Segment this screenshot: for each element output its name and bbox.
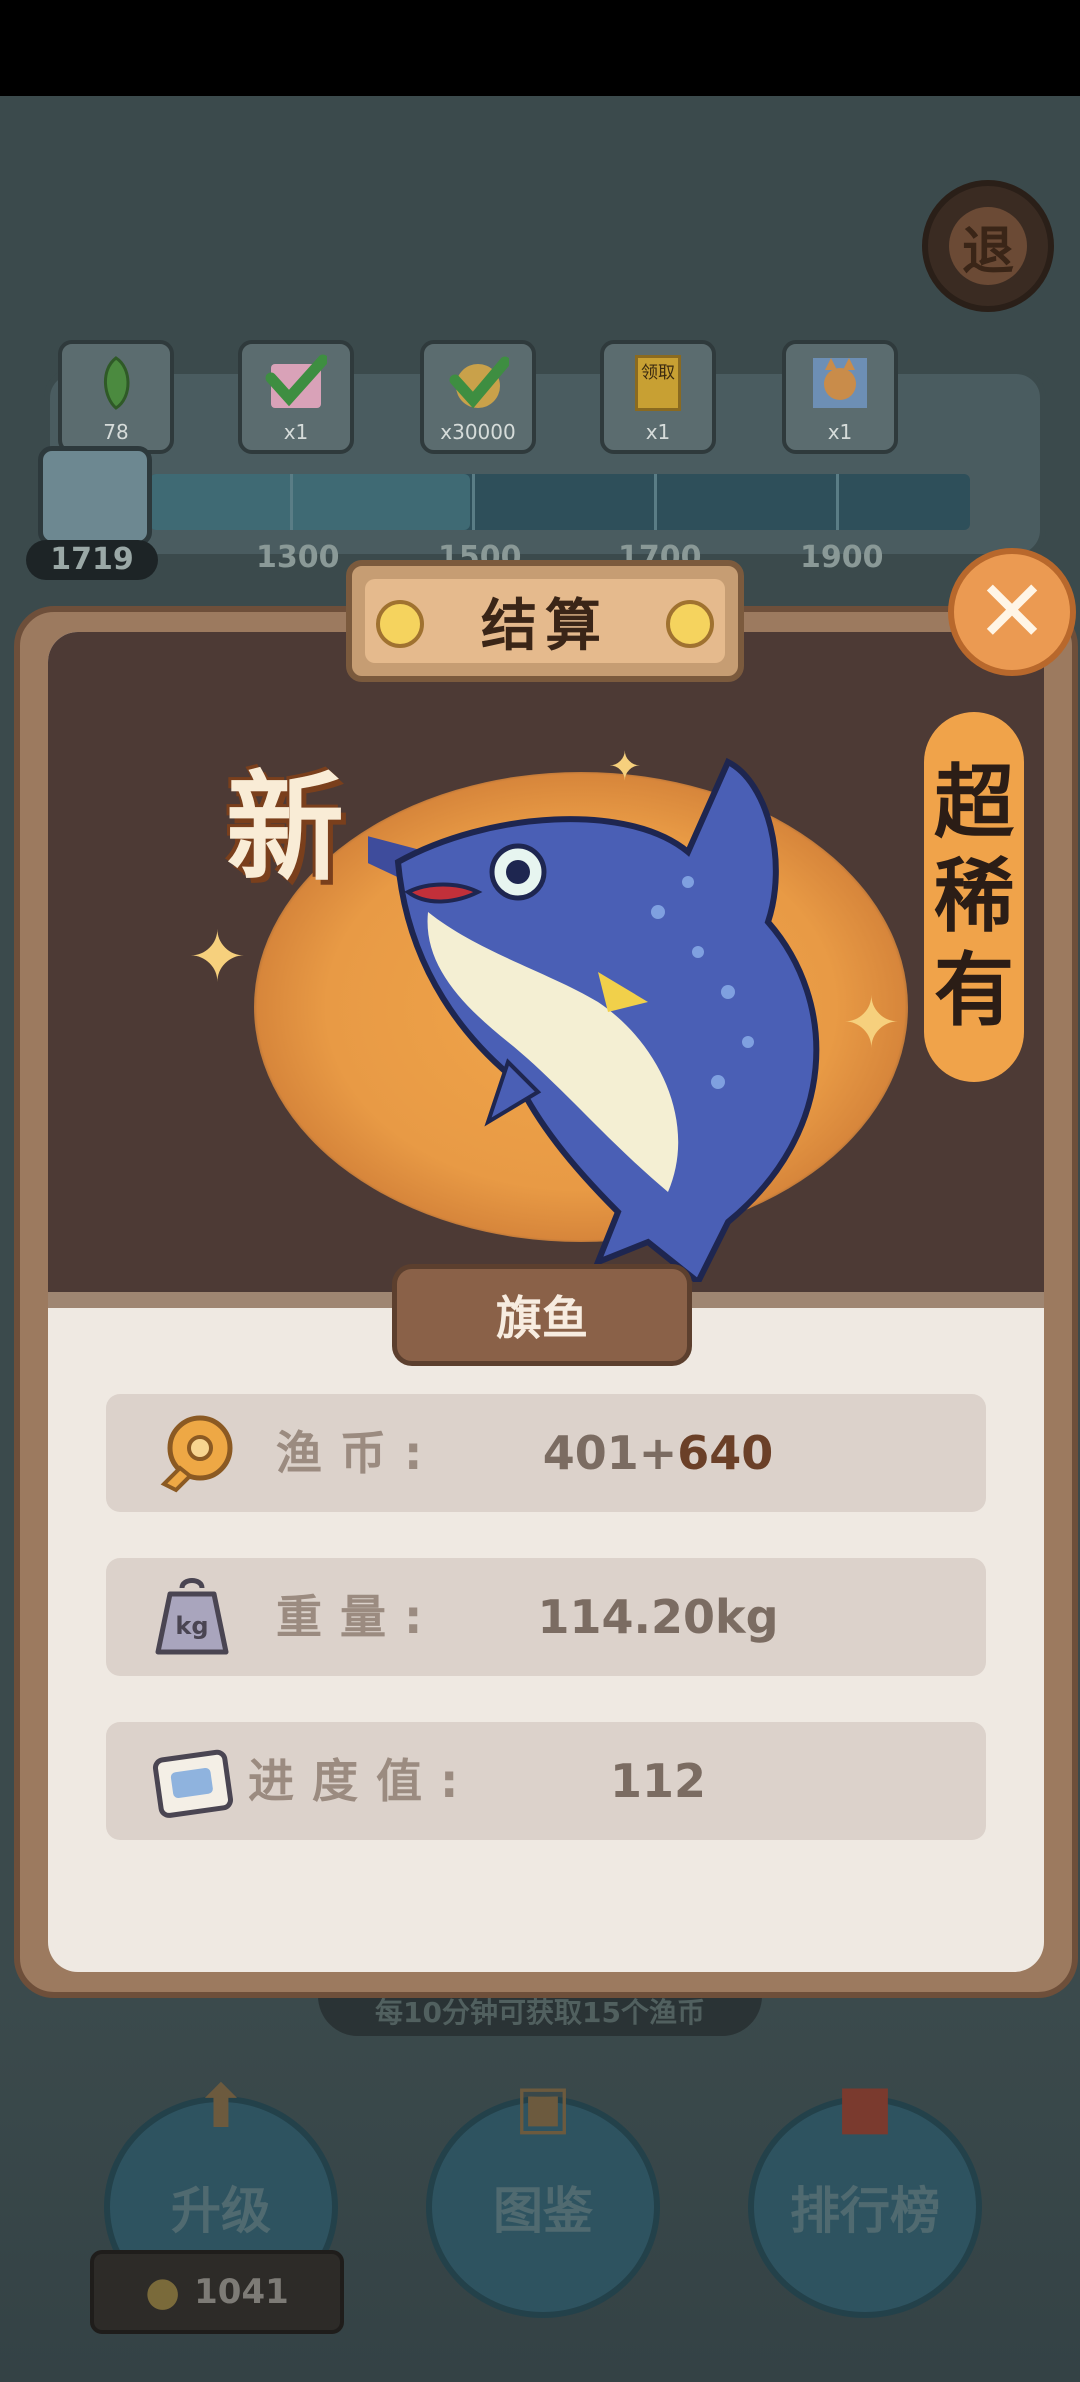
fish-name: 旗鱼	[392, 1264, 692, 1366]
stud-icon	[376, 600, 424, 648]
album-button[interactable]: ▣ 图鉴	[426, 2072, 660, 2318]
stud-icon	[666, 600, 714, 648]
reward-qty: x1	[827, 420, 853, 444]
checkmark-card-icon	[265, 354, 327, 412]
leaf-icon	[85, 354, 147, 412]
progress-fill	[150, 474, 470, 530]
checkmark-coin-icon	[447, 354, 509, 412]
reward-item-2[interactable]: x1	[238, 340, 354, 454]
exit-label: 退	[949, 207, 1027, 285]
stat-label: 重量:	[276, 1590, 441, 1644]
status-bar	[0, 0, 1080, 96]
reward-qty: 78	[103, 420, 129, 444]
progress-ticket-icon	[38, 446, 152, 546]
album-icon: ▣	[514, 2072, 572, 2142]
ranking-label: 排行榜	[790, 2182, 940, 2240]
coin-icon: ●	[145, 2269, 181, 2315]
progress-separator	[472, 474, 475, 530]
reward-qty: x1	[283, 420, 309, 444]
reward-item-1[interactable]: 78	[58, 340, 174, 454]
coin-balance: ● 1041	[90, 2250, 344, 2334]
milestone-label: 1900	[800, 540, 884, 575]
stat-value: 114.20kg	[537, 1590, 779, 1644]
reward-qty: x30000	[440, 420, 516, 444]
exit-button[interactable]: 退	[922, 180, 1054, 312]
sparkle-icon: ✦	[188, 916, 247, 998]
stat-row-progress: 进度值: 112	[106, 1722, 986, 1840]
progress-separator	[290, 474, 293, 530]
stat-row-weight: kg 重量: 114.20kg	[106, 1558, 986, 1676]
character-card-icon	[809, 354, 871, 412]
reward-qty: x1	[645, 420, 671, 444]
bonus-value: 640	[677, 1426, 774, 1480]
close-button[interactable]: ✕	[948, 548, 1076, 676]
progress-ticket-icon	[150, 1740, 234, 1824]
reward-item-5[interactable]: x1	[782, 340, 898, 454]
new-badge: 新	[226, 759, 345, 897]
up-arrow-icon: ⬆	[195, 2072, 247, 2142]
ranking-button[interactable]: ■ 排行榜	[748, 2072, 982, 2318]
stat-row-coins: 渔币: 401+640	[106, 1394, 986, 1512]
claim-card-icon: 领取	[627, 354, 689, 412]
rarity-char: 超	[934, 756, 1014, 849]
dialog-title-plaque: 结算	[346, 560, 744, 682]
stat-value: 112	[609, 1754, 707, 1808]
album-label: 图鉴	[493, 2182, 593, 2240]
svg-text:kg: kg	[175, 1612, 208, 1640]
stat-label: 渔币:	[276, 1426, 441, 1480]
progress-current-value: 1719	[26, 540, 158, 580]
swordfish-icon	[368, 757, 820, 1282]
upgrade-label: 升级	[171, 2182, 271, 2240]
weight-icon: kg	[150, 1576, 234, 1660]
rarity-char: 有	[934, 944, 1014, 1037]
progress-separator	[836, 474, 839, 530]
close-icon: ✕	[975, 562, 1049, 662]
stat-label: 进度值:	[248, 1754, 477, 1808]
progress-separator	[654, 474, 657, 530]
stat-value: 401+640	[542, 1426, 774, 1480]
catch-showcase: ✦ ✦ ✦ 新 超 稀 有	[48, 632, 1044, 1298]
rarity-tag: 超 稀 有	[924, 712, 1024, 1082]
coin-balance-value: 1041	[194, 2272, 289, 2312]
milestone-label: 1300	[256, 540, 340, 575]
progress-track	[150, 474, 970, 530]
reward-item-3[interactable]: x30000	[420, 340, 536, 454]
reward-item-4[interactable]: 领取 x1	[600, 340, 716, 454]
ranking-icon: ■	[836, 2072, 894, 2142]
rarity-char: 稀	[934, 850, 1014, 943]
coin-icon	[150, 1412, 234, 1496]
